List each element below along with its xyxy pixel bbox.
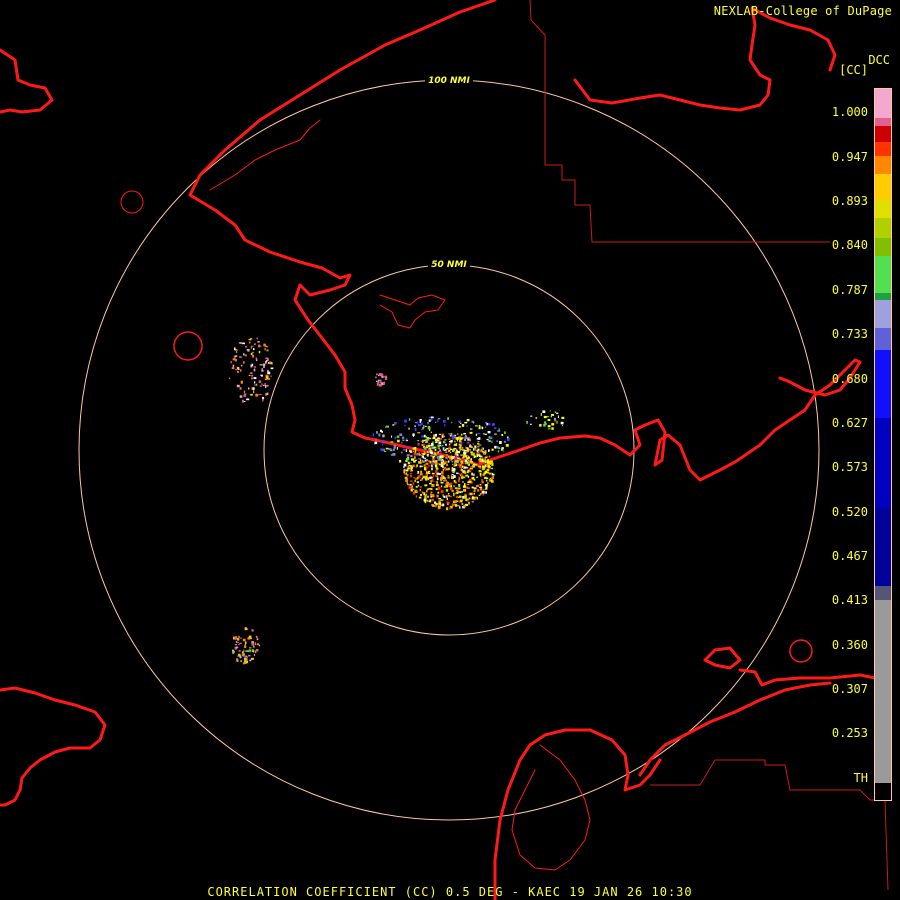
colorbar-tick-0-840: 0.840 <box>831 238 868 252</box>
colorbar-tick-th: TH <box>853 771 868 785</box>
radar-map: 100 NMI 50 NMI <box>0 0 889 900</box>
radar-echoes <box>229 337 565 665</box>
product-code: DCC <box>868 53 890 67</box>
credit-text: NEXLAB-College of DuPage <box>713 4 892 18</box>
colorbar-tick-0-360: 0.360 <box>831 638 868 652</box>
colorbar-tick-0-307: 0.307 <box>831 682 868 696</box>
colorbar-tick-1-000: 1.000 <box>831 105 868 119</box>
colorbar-tick-0-893: 0.893 <box>831 194 868 208</box>
colorbar-tick-0-680: 0.680 <box>831 372 868 386</box>
product-caption: CORRELATION COEFFICIENT (CC) 0.5 DEG - K… <box>207 885 693 899</box>
political-boundaries <box>529 0 889 891</box>
colorbar-tick-0-787: 0.787 <box>831 283 868 297</box>
colorbar <box>874 88 892 801</box>
colorbar-tick-0-253: 0.253 <box>831 726 868 740</box>
colorbar-tick-0-733: 0.733 <box>831 327 868 341</box>
coastlines <box>0 0 877 900</box>
colorbar-tick-0-947: 0.947 <box>831 150 868 164</box>
colorbar-units: [CC] <box>839 63 868 77</box>
colorbar-tick-0-467: 0.467 <box>831 549 868 563</box>
colorbar-tick-0-627: 0.627 <box>831 416 868 430</box>
colorbar-tick-0-573: 0.573 <box>831 460 868 474</box>
range-ring-label-100: 100 NMI <box>428 76 470 86</box>
colorbar-tick-0-413: 0.413 <box>831 593 868 607</box>
colorbar-tick-0-520: 0.520 <box>831 505 868 519</box>
range-ring-label-50: 50 NMI <box>431 260 467 270</box>
